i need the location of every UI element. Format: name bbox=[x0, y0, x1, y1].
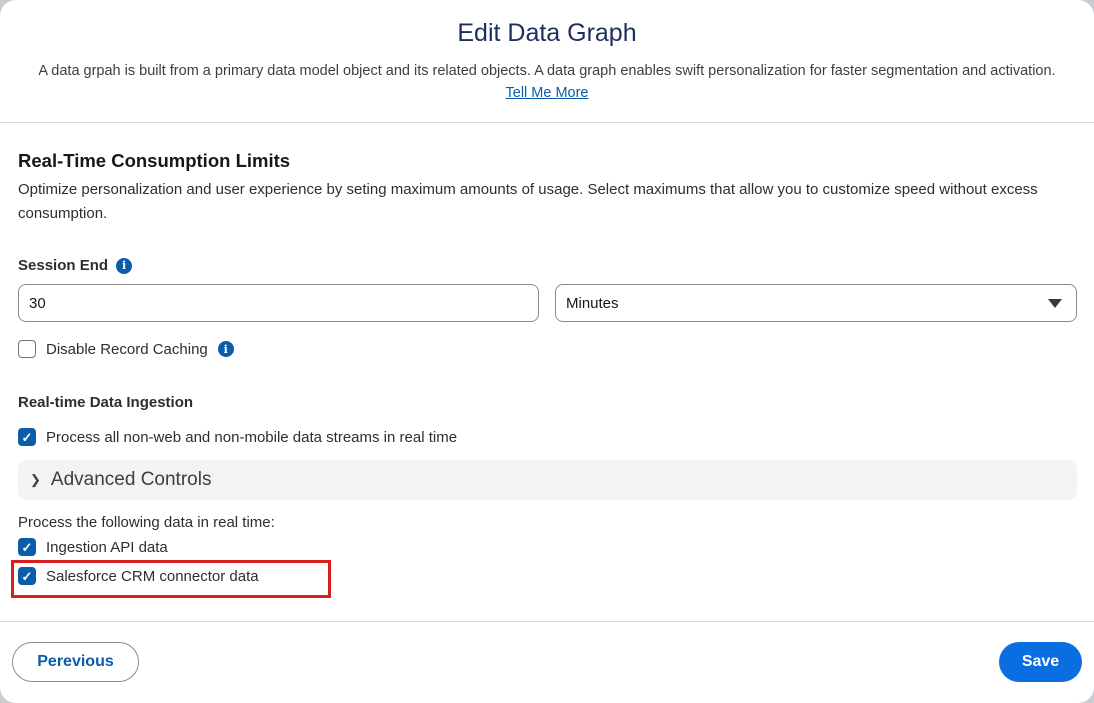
ingestion-api-label: Ingestion API data bbox=[46, 538, 168, 556]
modal-body: Real-Time Consumption Limits Optimize pe… bbox=[0, 124, 1094, 621]
info-icon[interactable]: i bbox=[217, 341, 234, 357]
disable-record-caching-checkbox[interactable] bbox=[18, 340, 36, 358]
highlight-box bbox=[11, 560, 331, 598]
disable-record-caching-label: Disable Record Caching bbox=[46, 340, 208, 358]
process-all-row[interactable]: Process all non-web and non-mobile data … bbox=[18, 428, 457, 446]
description-text: A data grpah is built from a primary dat… bbox=[38, 63, 1056, 79]
modal-header: Edit Data Graph A data grpah is built fr… bbox=[0, 0, 1094, 123]
session-end-unit-select[interactable]: Minutes bbox=[555, 284, 1077, 322]
edit-data-graph-modal: Edit Data Graph A data grpah is built fr… bbox=[0, 0, 1094, 703]
session-end-unit-value: Minutes bbox=[566, 294, 619, 312]
previous-button[interactable]: Perevious bbox=[12, 642, 139, 682]
ingestion-api-row[interactable]: Ingestion API data bbox=[18, 538, 168, 556]
ingestion-title: Real-time Data Ingestion bbox=[18, 394, 193, 411]
info-icon[interactable]: i bbox=[116, 257, 133, 274]
realtime-label: Process the following data in real time: bbox=[18, 514, 275, 531]
ingestion-title-text: Real-time Data Ingestion bbox=[18, 394, 194, 411]
modal-description: A data grpah is built from a primary dat… bbox=[27, 60, 1067, 104]
session-end-label: Session End i bbox=[18, 257, 133, 274]
session-end-value: 30 bbox=[29, 294, 46, 312]
save-button[interactable]: Save bbox=[999, 642, 1082, 682]
process-all-label: Process all non-web and non-mobile data … bbox=[46, 428, 458, 446]
modal-title: Edit Data Graph bbox=[457, 19, 637, 47]
disable-record-caching-row[interactable]: Disable Record Caching i bbox=[18, 340, 234, 358]
modal-footer: Perevious Save bbox=[0, 621, 1094, 703]
session-end-label-text: Session End bbox=[18, 257, 109, 274]
dropdown-caret-icon bbox=[1048, 299, 1062, 308]
advanced-controls-toggle[interactable]: ❯ Advanced Controls bbox=[18, 460, 1077, 500]
process-all-checkbox[interactable] bbox=[18, 428, 36, 446]
chevron-down-icon: ❯ bbox=[30, 472, 41, 487]
section-title: Real-Time Consumption Limits bbox=[18, 150, 291, 171]
section-description: Optimize personalization and user experi… bbox=[18, 181, 1038, 222]
advanced-controls-label: Advanced Controls bbox=[50, 469, 212, 490]
session-end-value-input[interactable]: 30 bbox=[18, 284, 539, 322]
tell-me-more-link[interactable]: Tell Me More bbox=[506, 85, 589, 101]
ingestion-api-checkbox[interactable] bbox=[18, 538, 36, 556]
